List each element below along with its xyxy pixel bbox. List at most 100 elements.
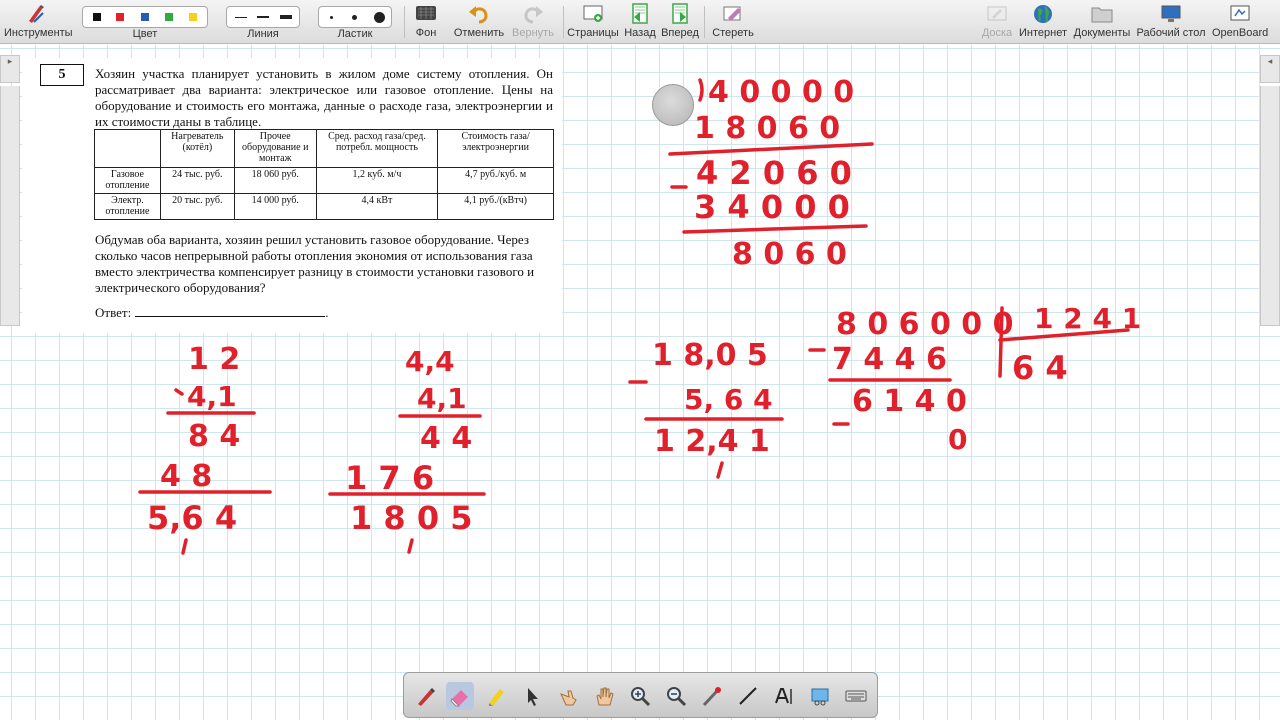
- interact-tool[interactable]: [554, 682, 582, 710]
- tools-icon: [29, 5, 44, 23]
- openboard-button[interactable]: OpenBoard: [1212, 2, 1268, 42]
- undo-button[interactable]: Отменить: [452, 2, 506, 42]
- line-tool[interactable]: [734, 682, 762, 710]
- color-swatch-red[interactable]: [116, 13, 124, 21]
- line-medium-option[interactable]: [257, 16, 269, 18]
- zoom-out-tool[interactable]: [662, 682, 690, 710]
- data-table: Нагреватель (котёл) Прочее оборудование …: [94, 129, 554, 220]
- documents-label: Документы: [1073, 27, 1131, 39]
- table-cell: Газовое отопление: [94, 167, 161, 194]
- laser-pointer-icon: [702, 687, 721, 707]
- clear-page-icon: [723, 6, 741, 21]
- forward-label: Вперед: [661, 27, 699, 39]
- table-cell: 14 000 руб.: [233, 193, 317, 220]
- table-row: Электр. отопление 20 тыс. руб. 14 000 ру…: [94, 193, 554, 220]
- task-number: 5: [40, 64, 84, 86]
- background-button[interactable]: Фон: [410, 2, 442, 42]
- right-panel-strip[interactable]: [1260, 86, 1280, 326]
- table-header-row: Нагреватель (котёл) Прочее оборудование …: [94, 129, 554, 168]
- table-cell: 18 060 руб.: [233, 167, 317, 194]
- virtual-keyboard-tool[interactable]: [842, 682, 870, 710]
- screen-capture-icon: [811, 688, 829, 706]
- keyboard-icon: [845, 690, 867, 702]
- undo-icon: [469, 6, 488, 24]
- back-button[interactable]: Назад: [622, 2, 658, 42]
- forward-button[interactable]: Вперед: [660, 2, 700, 42]
- table-header-cell: Стоимость газа/электроэнергии: [437, 129, 554, 168]
- eraser-large-option[interactable]: [374, 12, 385, 23]
- openboard-label: OpenBoard: [1212, 27, 1269, 39]
- eraser-label: Ластик: [337, 28, 373, 40]
- line-thick-option[interactable]: [280, 15, 292, 19]
- color-swatch-blue[interactable]: [141, 13, 149, 21]
- table-cell: 20 тыс. руб.: [159, 193, 235, 220]
- board-label: Доска: [981, 27, 1013, 39]
- left-panel-strip[interactable]: [0, 86, 20, 326]
- zoom-in-tool[interactable]: [626, 682, 654, 710]
- selector-tool[interactable]: [518, 682, 546, 710]
- task-sheet: 5 Хозяин участка планирует установить в …: [22, 58, 562, 333]
- tools-button[interactable]: Инструменты: [4, 2, 73, 42]
- line-width-picker: [226, 6, 300, 28]
- pointing-hand-icon: [560, 690, 577, 706]
- internet-button[interactable]: Интернет: [1018, 2, 1068, 42]
- desktop-button[interactable]: Рабочий стол: [1136, 2, 1206, 42]
- eraser-small-option[interactable]: [330, 16, 333, 19]
- task-text: Хозяин участка планирует установить в жи…: [95, 66, 553, 129]
- color-swatch-green[interactable]: [165, 13, 173, 21]
- pages-label: Страницы: [567, 27, 619, 39]
- background-label: Фон: [415, 27, 437, 39]
- toolbar-divider: [704, 6, 705, 38]
- capture-tool[interactable]: [806, 682, 834, 710]
- task-question: Обдумав оба варианта, хозяин решил устан…: [95, 232, 535, 295]
- undo-label: Отменить: [453, 27, 505, 39]
- board-button[interactable]: Доска: [980, 2, 1014, 42]
- right-panel-toggle[interactable]: ◂: [1260, 55, 1280, 83]
- expand-left-icon: ◂: [1267, 56, 1273, 66]
- text-icon: [775, 688, 792, 704]
- pages-button[interactable]: Страницы: [566, 2, 620, 42]
- documents-button[interactable]: Документы: [1073, 2, 1131, 42]
- page-forward-icon: [672, 3, 688, 24]
- left-panel-toggle[interactable]: ▸: [0, 55, 20, 83]
- openboard-icon: [1230, 5, 1250, 21]
- answer-row: Ответ:.: [95, 305, 329, 320]
- line-thin-option[interactable]: [235, 17, 247, 18]
- laser-pointer-tool[interactable]: [698, 682, 726, 710]
- hand-icon: [596, 687, 614, 706]
- text-tool[interactable]: [770, 682, 798, 710]
- redo-button[interactable]: Вернуть: [509, 2, 557, 42]
- table-row: Газовое отопление 24 тыс. руб. 18 060 ру…: [94, 167, 554, 194]
- color-swatch-yellow[interactable]: [189, 13, 197, 21]
- hand-tool[interactable]: [590, 682, 618, 710]
- cursor-arrow-icon: [528, 688, 538, 706]
- color-label: Цвет: [132, 28, 158, 40]
- color-swatch-black[interactable]: [93, 13, 101, 21]
- table-cell: 4,7 руб./куб. м: [437, 167, 554, 194]
- laser-pointer: [652, 84, 694, 126]
- folder-icon: [1091, 7, 1113, 23]
- redo-icon: [524, 6, 543, 24]
- clear-label: Стереть: [712, 27, 754, 39]
- marker-tool[interactable]: [482, 682, 510, 710]
- expand-right-icon: ▸: [7, 56, 13, 66]
- pen-tool[interactable]: [412, 682, 440, 710]
- table-header-cell: Нагреватель (котёл): [159, 129, 235, 168]
- main-toolbar: Инструменты Цвет Линия Ластик Фон Отмени…: [0, 0, 1280, 44]
- board-icon: [987, 6, 1007, 21]
- answer-label: Ответ:: [95, 305, 132, 320]
- table-header-cell: Прочее оборудование и монтаж: [233, 129, 317, 168]
- table-cell: 4,4 кВт: [315, 193, 439, 220]
- add-page-icon: [583, 5, 603, 22]
- clear-button[interactable]: Стереть: [710, 2, 756, 42]
- eraser-tool[interactable]: [446, 682, 474, 710]
- table-header-cell: [94, 129, 161, 168]
- answer-line: [135, 305, 326, 317]
- eraser-icon: [450, 690, 468, 707]
- eraser-medium-option[interactable]: [352, 15, 357, 20]
- globe-icon: [1034, 5, 1052, 23]
- color-picker: [82, 6, 208, 28]
- table-cell: 1,2 куб. м/ч: [315, 167, 439, 194]
- background-icon: [416, 6, 436, 20]
- pen-icon: [418, 688, 435, 706]
